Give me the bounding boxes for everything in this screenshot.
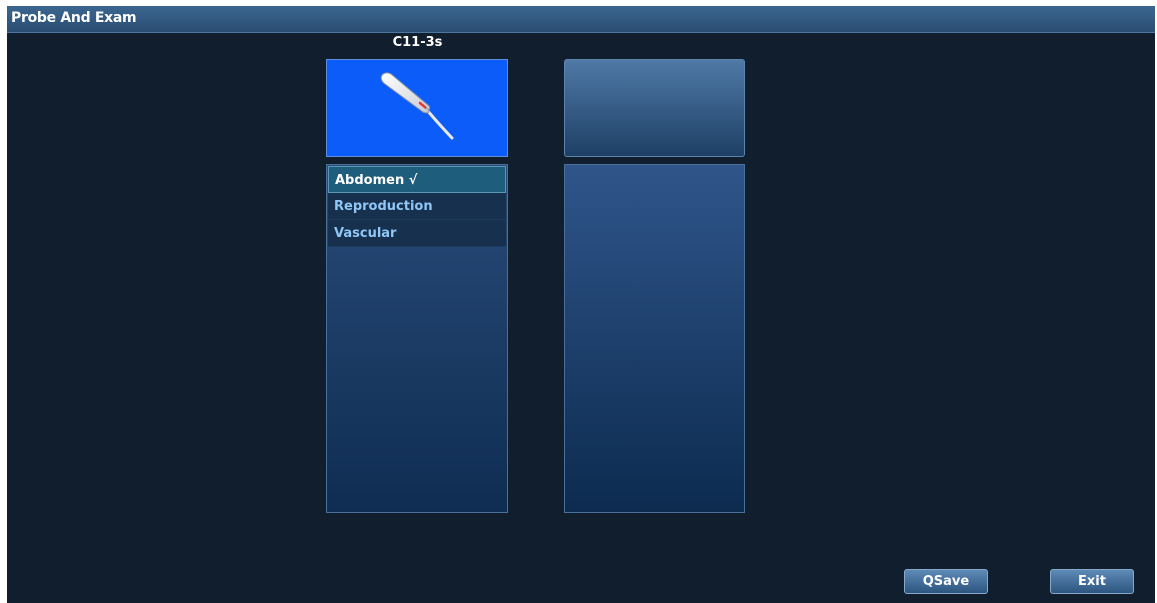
exam-item-vascular[interactable]: Vascular: [328, 220, 506, 247]
window-title: Probe And Exam: [11, 10, 137, 26]
empty-exam-list: [564, 164, 745, 513]
probe-name-label: C11-3s: [392, 35, 443, 50]
exam-item-reproduction[interactable]: Reproduction: [328, 193, 506, 220]
exam-item-abdomen[interactable]: Abdomen √: [328, 166, 506, 193]
linear-probe-icon: [380, 72, 454, 140]
exit-button[interactable]: Exit: [1050, 569, 1134, 594]
probe-tile[interactable]: [326, 59, 508, 157]
probe-and-exam-window: Probe And Exam C11-3s Abdomen √ Reproduc…: [7, 6, 1155, 603]
empty-probe-slot[interactable]: [564, 59, 745, 157]
qsave-button[interactable]: QSave: [904, 569, 988, 594]
title-bar: Probe And Exam: [7, 6, 1155, 33]
exam-list: Abdomen √ Reproduction Vascular: [326, 164, 508, 513]
